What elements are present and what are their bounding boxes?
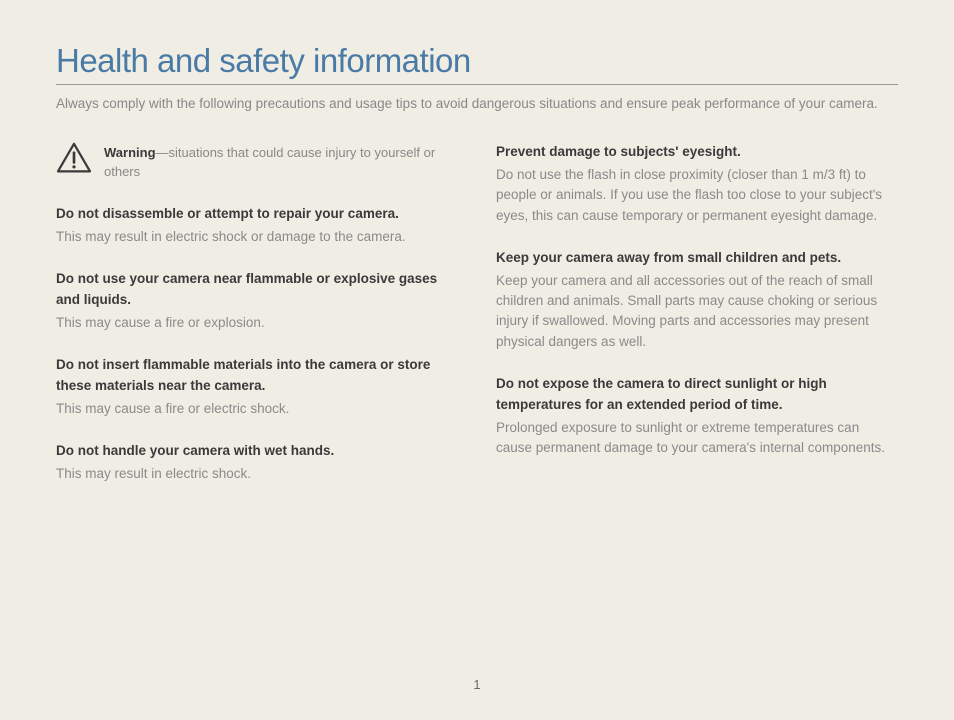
page-title: Health and safety information	[56, 42, 898, 85]
section-item: Do not disassemble or attempt to repair …	[56, 204, 458, 247]
section-head: Do not use your camera near flammable or…	[56, 269, 458, 311]
warning-label: Warning	[104, 145, 156, 160]
section-item: Do not insert flammable materials into t…	[56, 355, 458, 419]
section-body: This may result in electric shock.	[56, 464, 458, 484]
right-column: Prevent damage to subjects' eyesight. Do…	[496, 142, 898, 506]
left-column: Warning—situations that could cause inju…	[56, 142, 458, 506]
section-body: This may result in electric shock or dam…	[56, 227, 458, 247]
section-head: Do not disassemble or attempt to repair …	[56, 204, 458, 225]
warning-row: Warning—situations that could cause inju…	[56, 142, 458, 182]
warning-text: Warning—situations that could cause inju…	[104, 142, 458, 182]
section-body: Prolonged exposure to sunlight or extrem…	[496, 418, 898, 459]
page-number: 1	[0, 677, 954, 692]
section-head: Do not handle your camera with wet hands…	[56, 441, 458, 462]
section-head: Prevent damage to subjects' eyesight.	[496, 142, 898, 163]
section-head: Do not expose the camera to direct sunli…	[496, 374, 898, 416]
section-item: Do not use your camera near flammable or…	[56, 269, 458, 333]
section-item: Do not handle your camera with wet hands…	[56, 441, 458, 484]
content-columns: Warning—situations that could cause inju…	[56, 142, 898, 506]
warning-triangle-icon	[56, 142, 92, 174]
section-item: Prevent damage to subjects' eyesight. Do…	[496, 142, 898, 226]
section-body: This may cause a fire or electric shock.	[56, 399, 458, 419]
section-head: Keep your camera away from small childre…	[496, 248, 898, 269]
section-item: Keep your camera away from small childre…	[496, 248, 898, 352]
section-item: Do not expose the camera to direct sunli…	[496, 374, 898, 458]
section-body: Keep your camera and all accessories out…	[496, 271, 898, 352]
section-head: Do not insert flammable materials into t…	[56, 355, 458, 397]
section-body: Do not use the flash in close proximity …	[496, 165, 898, 226]
page-subtitle: Always comply with the following precaut…	[56, 94, 898, 114]
section-body: This may cause a fire or explosion.	[56, 313, 458, 333]
